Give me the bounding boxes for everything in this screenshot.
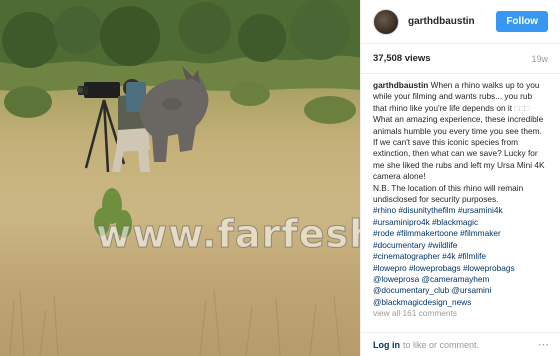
photo-scene	[0, 0, 360, 356]
hashtag-line[interactable]: #documentary #wildlife	[373, 240, 457, 250]
post-header: garthdbaustin Follow	[361, 0, 560, 44]
mention-line[interactable]: @loweprosa @cameramayhem	[373, 274, 489, 284]
footer-text: to like or comment.	[403, 339, 480, 350]
avatar[interactable]	[373, 8, 399, 35]
hashtag-line[interactable]: #lowepro #loweprobags #loweprobags	[373, 263, 515, 273]
more-icon[interactable]: ⋯	[538, 338, 549, 351]
follow-button[interactable]: Follow	[496, 11, 548, 32]
watermark-text: www.farfesh.com	[96, 212, 360, 257]
post-stats: 37,508 views 19w	[361, 44, 560, 74]
caption-author[interactable]: garthdbaustin	[373, 80, 428, 90]
post-footer: Log in to like or comment. ⋯	[361, 332, 560, 356]
header-username[interactable]: garthdbaustin	[408, 16, 496, 27]
mention-line[interactable]: @documentary_club @ursamini	[373, 285, 491, 295]
emoji-placeholder: □□□	[514, 102, 530, 113]
mention-line[interactable]: @blackmagicdesign_news	[373, 297, 471, 307]
caption-text-2: What an amazing experience, these incred…	[373, 114, 545, 182]
post-age[interactable]: 19w	[531, 54, 548, 64]
caption: garthdbaustin When a rhino walks up to y…	[361, 74, 560, 332]
post-side-panel: garthdbaustin Follow 37,508 views 19w ga…	[360, 0, 560, 356]
hashtag-line[interactable]: #ursaminipro4k #blackmagic	[373, 217, 478, 227]
caption-text-3: N.B. The location of this rhino will rem…	[373, 182, 524, 205]
hashtag-line[interactable]: #rhino #disunitythefilm #ursamini4k	[373, 205, 503, 215]
hashtag-line[interactable]: #cinematographer #4k #filmlife	[373, 251, 486, 261]
hashtag-line[interactable]: #rode #filmmakertoone #filmmaker	[373, 228, 501, 238]
login-link[interactable]: Log in	[373, 340, 400, 350]
view-all-comments-link[interactable]: view all 161 comments	[373, 308, 457, 318]
post-photo[interactable]: www.farfesh.com	[0, 0, 360, 356]
view-count[interactable]: 37,508 views	[373, 53, 531, 64]
